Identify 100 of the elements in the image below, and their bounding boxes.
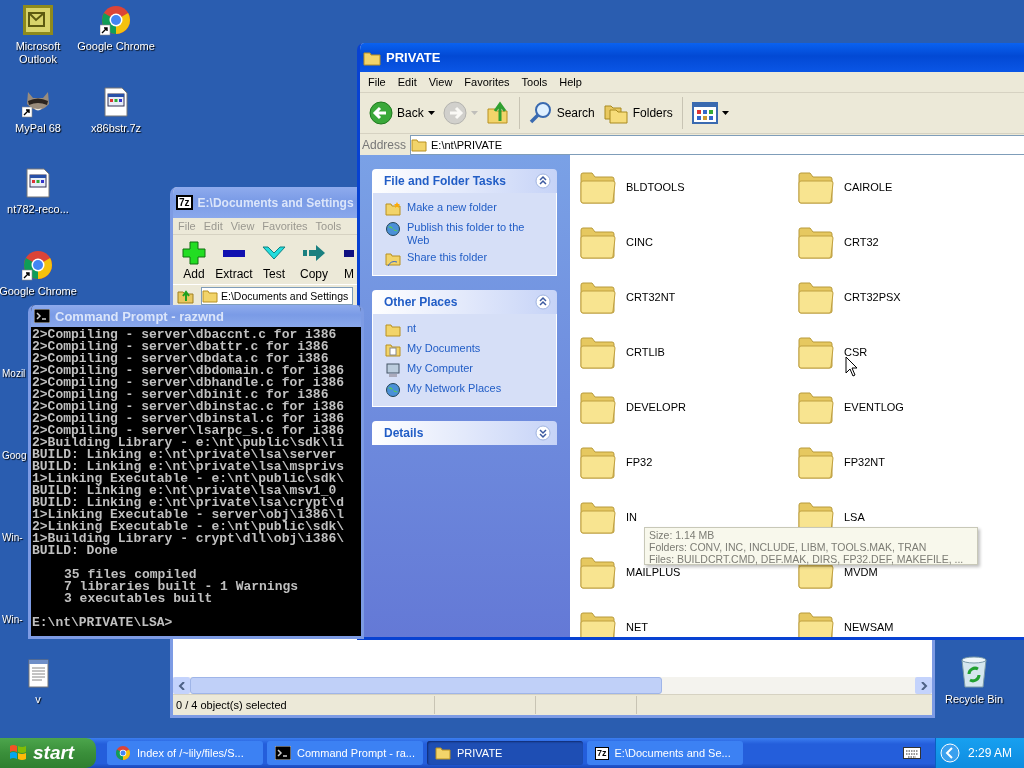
console-line: 2>Building Library - e:\nt\public\sdk\li (32, 437, 346, 449)
folder-name[interactable]: CSR (844, 345, 868, 358)
shared-folder-icon[interactable] (385, 251, 401, 267)
folder-name[interactable]: FP32 (626, 455, 653, 468)
taskbar-button[interactable]: Command Prompt - ra... (267, 741, 423, 765)
browser-icon[interactable] (100, 4, 132, 36)
network-icon[interactable] (385, 382, 401, 398)
panel-header[interactable]: Details (372, 421, 557, 445)
menu-item[interactable]: View (423, 74, 458, 90)
icon-label[interactable]: Google Chrome (77, 40, 155, 53)
task-link[interactable]: My Network Places (407, 382, 547, 395)
console-line: 2>Compiling - server\dbdomain.c for i386 (32, 365, 346, 377)
task-link[interactable]: Publish this folder to the Web (407, 221, 547, 247)
folder-name[interactable]: DEVELOPR (626, 400, 686, 413)
folder-name[interactable]: CRT32PSX (844, 290, 901, 303)
folder-name[interactable]: MVDM (844, 565, 878, 578)
search-button[interactable]: Search (525, 99, 598, 127)
globe-icon[interactable] (385, 221, 401, 237)
console-line: 1>Linking Executable - e:\nt\public\sdk\ (32, 473, 346, 485)
check-icon (262, 246, 286, 260)
keyboard-icon[interactable] (903, 747, 921, 759)
show-hidden-icons-button[interactable] (940, 743, 960, 763)
back-button[interactable]: Back (366, 99, 438, 127)
icon-label[interactable]: Goog (2, 449, 27, 462)
folders-button[interactable]: Folders (599, 99, 676, 127)
folder-name[interactable]: NEWSAM (844, 620, 894, 633)
console-icon (34, 309, 50, 323)
icon-label[interactable]: Microsoft Outlook (7, 40, 69, 66)
address-field[interactable]: E:\nt\PRIVATE (410, 134, 1024, 155)
folder-name[interactable]: CRTLIB (626, 345, 665, 358)
console-line: BUILD: Linking e:\nt\private\lsa\crypt\d (32, 497, 346, 509)
task-link[interactable]: My Computer (407, 362, 547, 375)
start-button[interactable]: start (0, 738, 96, 768)
console-line: 2>Compiling - server\dbinstal.c for i386 (32, 413, 346, 425)
bar-icon (344, 249, 354, 257)
icon-label[interactable]: x86bstr.7z (90, 122, 142, 135)
views-icon (691, 102, 718, 124)
recycle-bin-icon[interactable] (958, 655, 990, 689)
collapse-icon[interactable] (535, 173, 551, 189)
task-link[interactable]: Make a new folder (407, 201, 547, 214)
browser-icon (115, 745, 131, 761)
taskbar-button[interactable]: 7z E:\Documents and Se... (587, 741, 743, 765)
arrow-icon (303, 245, 325, 261)
status-text: 0 / 4 object(s) selected (175, 699, 288, 711)
panel-title[interactable]: Details (384, 426, 424, 440)
taskbar-button[interactable]: PRIVATE (427, 741, 583, 765)
icon-label[interactable]: nt782-reco... (7, 203, 69, 216)
icon-label[interactable]: Win- (2, 613, 23, 626)
window-title: Command Prompt - razwnd (55, 308, 224, 324)
console-line: 3 executables built (64, 593, 214, 605)
windows-flag-icon (8, 744, 28, 762)
icon-label[interactable]: Recycle Bin (944, 693, 1004, 706)
expand-icon[interactable] (535, 425, 551, 441)
panel-header[interactable]: File and Folder Tasks (372, 169, 557, 193)
tooltip-line: Folders: CONV, INC, INCLUDE, LIBM, TOOLS.MAK, TRAN (649, 541, 928, 553)
menu-item[interactable]: Help (554, 74, 587, 90)
icon-label[interactable]: v (35, 693, 41, 706)
console-line: 1>Building Library - crypt\dll\obj\i386\ (32, 533, 346, 545)
icon-label[interactable]: Mozil (2, 367, 26, 380)
mouse-pointer-icon (845, 356, 859, 378)
menu-item[interactable]: Edit (392, 74, 422, 90)
folder-name[interactable]: CAIROLE (844, 180, 893, 193)
menu-item[interactable]: File (363, 74, 391, 90)
folder-name[interactable]: CRT32 (844, 235, 879, 248)
folder-name[interactable]: BLDTOOLS (626, 180, 685, 193)
folder-name[interactable]: CINC (626, 235, 653, 248)
folder-name[interactable]: LSA (844, 510, 865, 523)
window-title: PRIVATE (386, 50, 441, 65)
folder-icon[interactable] (385, 322, 401, 338)
folder-name[interactable]: IN (626, 510, 637, 523)
panel-title[interactable]: File and Folder Tasks (384, 174, 506, 188)
tooltip-line: Files: BUILDCRT.CMD, DEF.MAK, DIRS, FP32.DEF, MAKEFILE, ... (649, 553, 965, 565)
panel-header[interactable]: Other Places (372, 290, 557, 314)
panel-title[interactable]: Other Places (384, 295, 458, 309)
task-link[interactable]: Share this folder (407, 251, 547, 264)
console-line: 7 libraries built - 1 Warnings (64, 581, 300, 593)
collapse-icon[interactable] (535, 294, 551, 310)
minus-icon (223, 249, 245, 257)
folder-name[interactable]: EVENTLOG (844, 400, 904, 413)
console-line: 2>Compiling - server\dbinstac.c for i386 (32, 401, 346, 413)
mail-icon[interactable] (22, 4, 54, 36)
documents-folder-icon[interactable] (385, 342, 401, 358)
console-line: 1>Linking Executable - server\obj\i386\l (32, 509, 346, 521)
folder-name[interactable]: NET (626, 620, 648, 633)
menu-item[interactable]: Tools (516, 74, 553, 90)
app-logo: 7z (595, 746, 609, 760)
menu-item[interactable]: Favorites (459, 74, 515, 90)
icon-label[interactable]: MyPal 68 (15, 122, 61, 135)
task-link[interactable]: nt (407, 322, 547, 335)
folder-name[interactable]: FP32NT (844, 455, 885, 468)
icon-label[interactable]: Win- (2, 531, 23, 544)
icon-label[interactable]: Google Chrome (0, 285, 77, 298)
task-link[interactable]: My Documents (407, 342, 547, 355)
folder-name[interactable]: CRT32NT (626, 290, 676, 303)
folder-name[interactable]: MAILPLUS (626, 565, 681, 578)
browser-icon[interactable] (22, 249, 54, 281)
console-line: 2>Compiling - server\dbaccnt.c for i386 (32, 329, 338, 341)
console-line: BUILD: Linking e:\nt\private\lsa\server (32, 449, 337, 461)
taskbar-button[interactable]: Index of /~lily/files/S... (107, 741, 263, 765)
console-icon (275, 746, 291, 760)
